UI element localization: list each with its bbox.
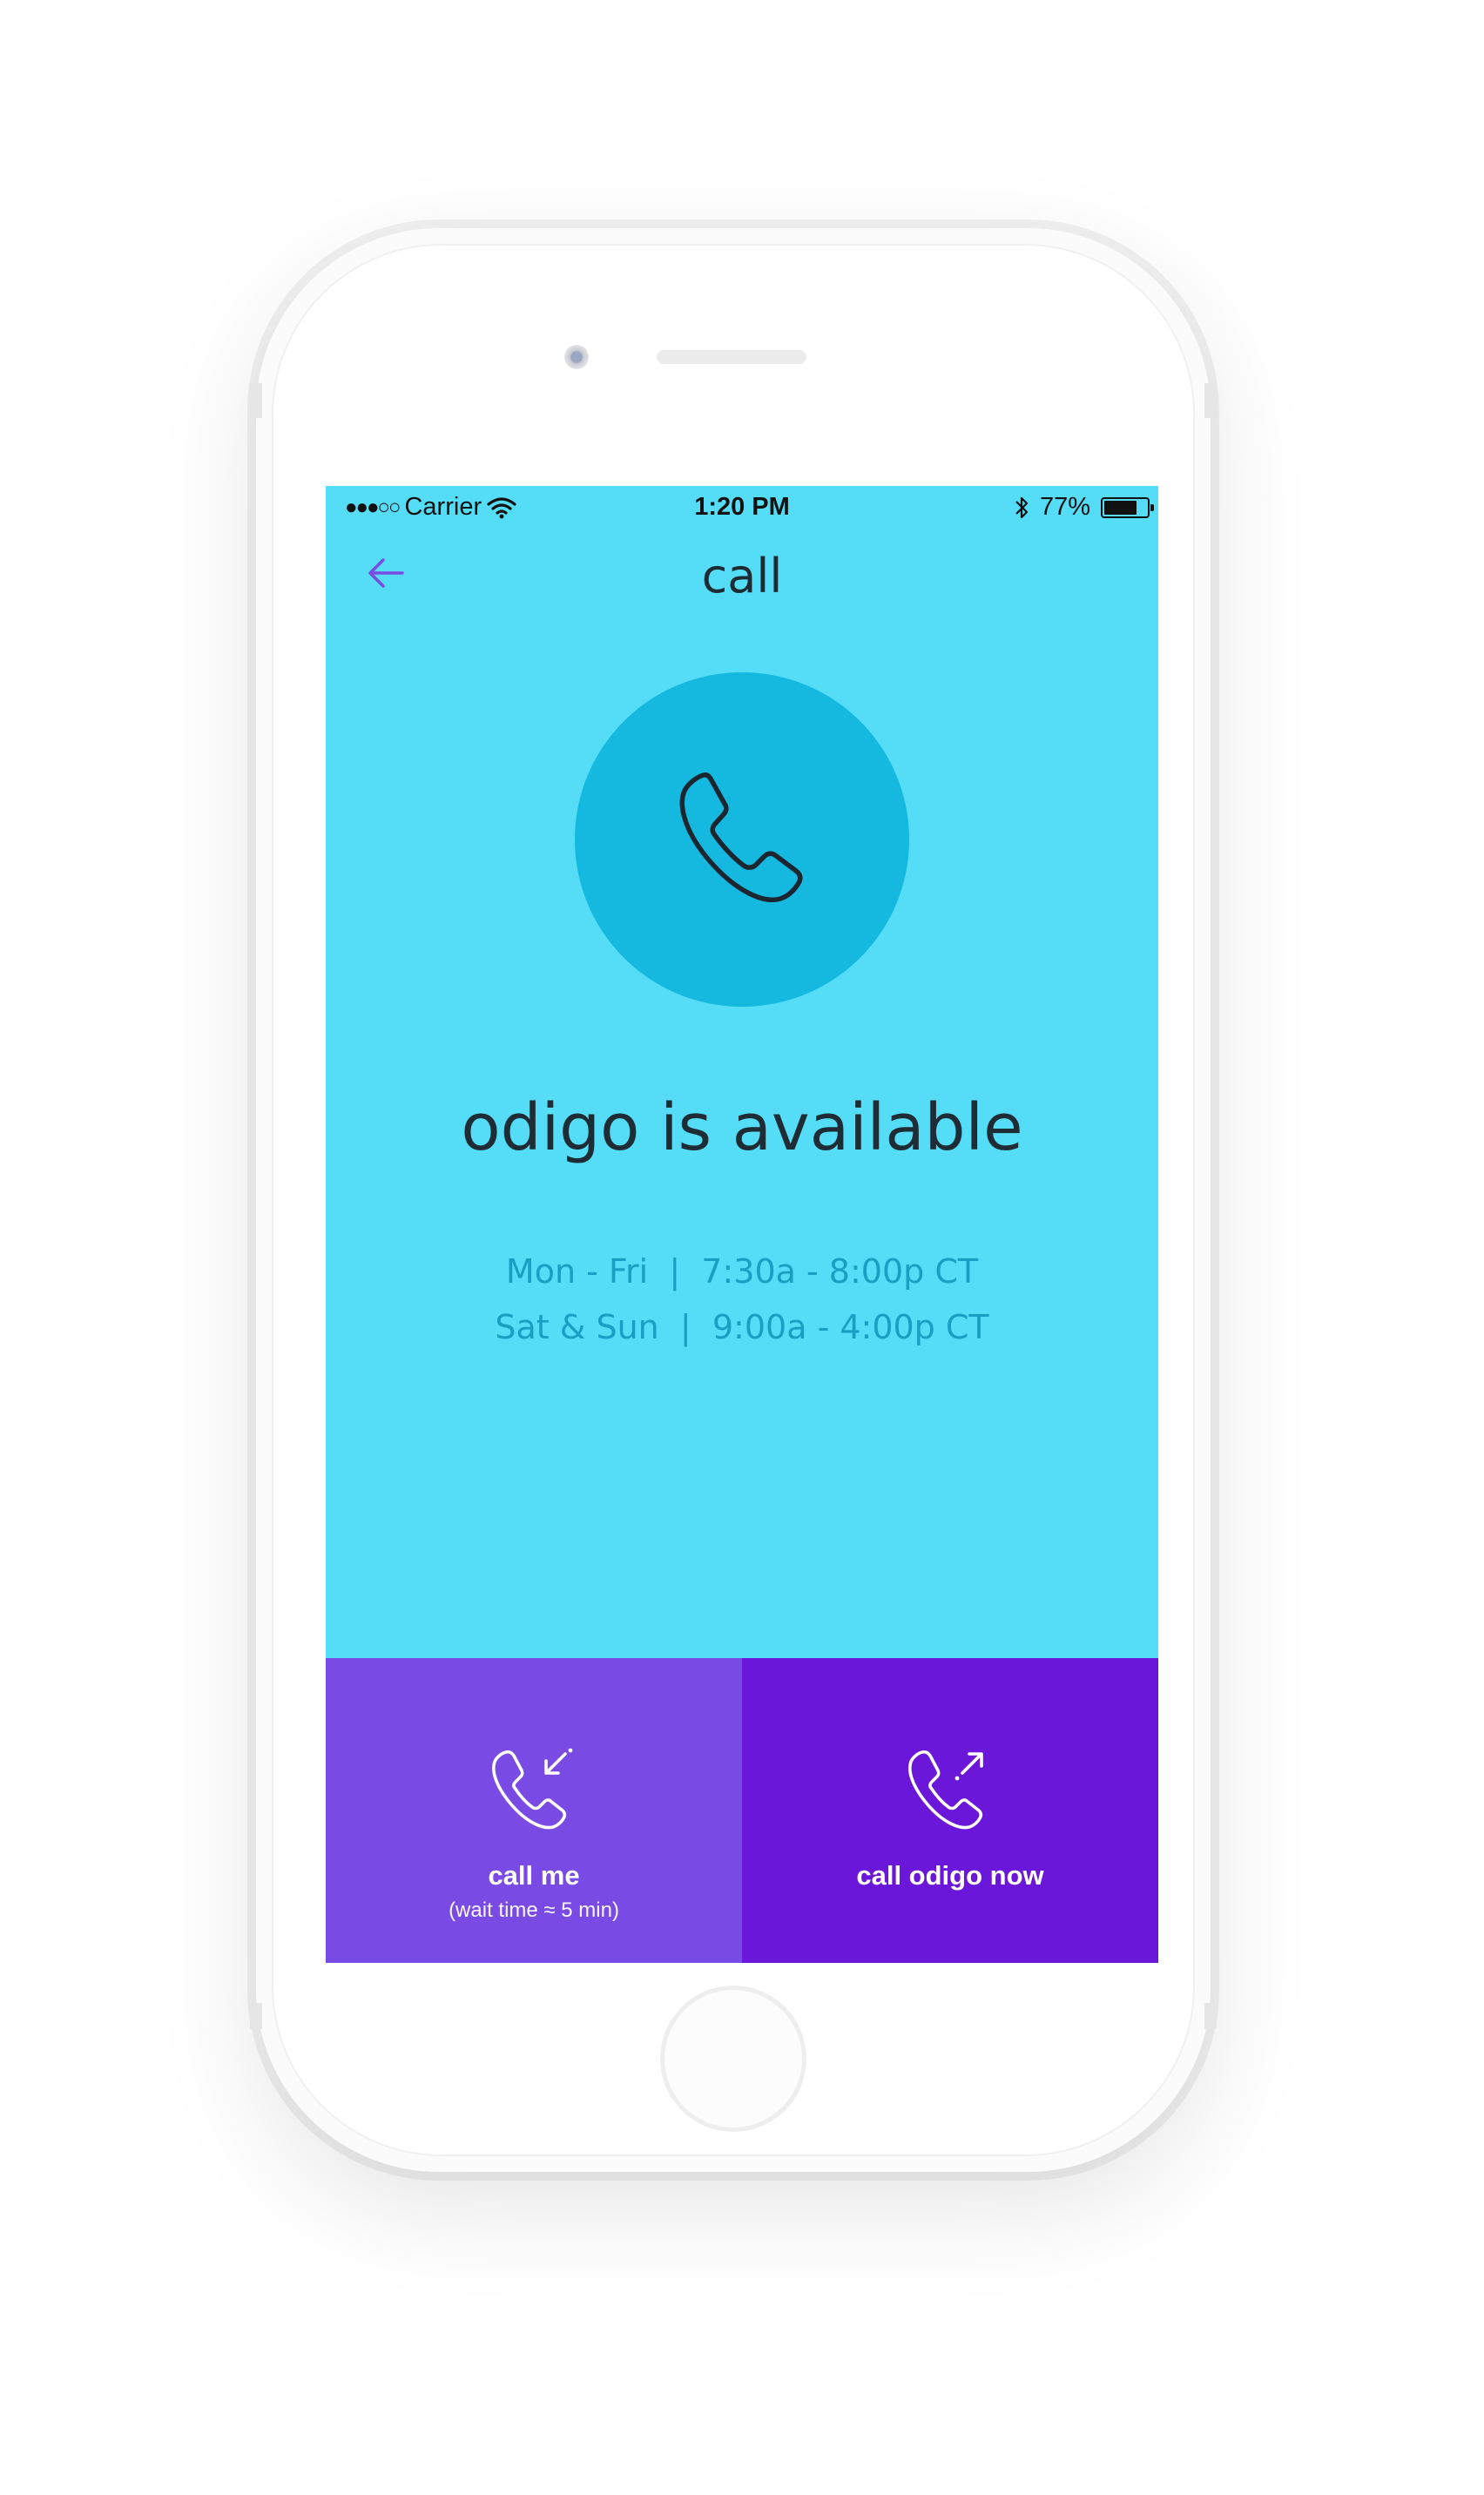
call-odigo-now-button[interactable]: call odigo now: [742, 1658, 1158, 1963]
call-me-button[interactable]: call me (wait time ≈ 5 min): [326, 1658, 742, 1963]
battery-tip: [1150, 503, 1154, 511]
navigation-bar: call: [326, 531, 1158, 618]
earpiece-speaker: [657, 350, 806, 364]
hours-weekend: Sat & Sun | 9:00a - 4:00p CT: [495, 1308, 989, 1346]
phone-side-button-right: [1204, 383, 1217, 418]
battery-icon: [1101, 496, 1154, 518]
phone-side-button-left: [250, 383, 262, 418]
hero-circle: [575, 672, 909, 1007]
phone-side-button-left-lower: [250, 2003, 262, 2029]
home-button[interactable]: [660, 1986, 806, 2132]
battery-percentage: 77%: [1039, 493, 1090, 521]
call-action-bar: call me (wait time ≈ 5 min) call odigo n…: [326, 1658, 1158, 1963]
phone-incoming-icon: [492, 1748, 573, 1830]
page-title: call: [701, 549, 783, 604]
status-bar: ●●●○○ Carrier 1:20 PM 77%: [326, 486, 1158, 531]
phone-icon: [679, 772, 803, 902]
call-me-label: call me: [488, 1860, 580, 1891]
call-odigo-now-label: call odigo now: [856, 1860, 1044, 1891]
front-camera: [564, 345, 589, 369]
hours-weekday: Mon - Fri | 7:30a - 8:00p CT: [505, 1252, 979, 1291]
app-screen: ●●●○○ Carrier 1:20 PM 77% call odigo is …: [326, 486, 1158, 1963]
phone-outgoing-icon: [908, 1750, 983, 1830]
availability-headline: odigo is available: [461, 1090, 1023, 1165]
battery-level: [1104, 500, 1137, 515]
bluetooth-icon: [1015, 496, 1029, 518]
call-me-wait-time: (wait time ≈ 5 min): [449, 1898, 619, 1922]
mockup-stage: ●●●○○ Carrier 1:20 PM 77% call odigo is …: [0, 0, 1484, 2495]
status-right: 77%: [1014, 493, 1154, 522]
phone-side-button-right-lower: [1204, 2003, 1217, 2029]
